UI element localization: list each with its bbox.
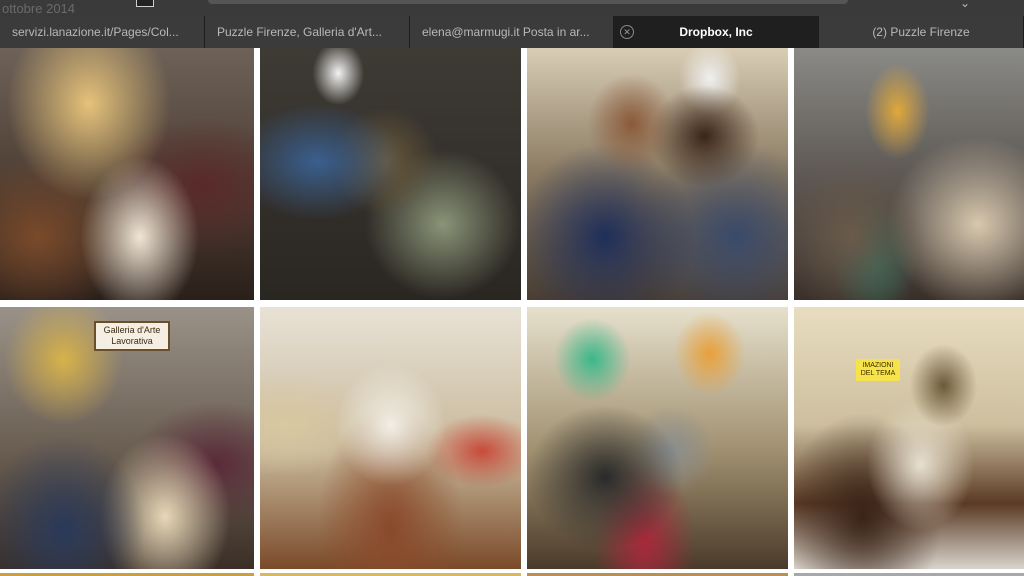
photo-party-table[interactable] [0,48,254,300]
gallery-sign: Galleria d'Arte Lavorativa [94,321,170,351]
tab-label: (2) Puzzle Firenze [872,25,970,39]
photo-books-table[interactable]: IMAZIONI DEL TEMA [794,307,1024,569]
browser-tab-bar: servizi.lanazione.it/Pages/Col... Puzzle… [0,16,1024,49]
system-top-bar: ottobre 2014 ⌄ [0,0,1024,16]
photo-two-men-portrait[interactable] [527,48,788,300]
window-icon [136,0,154,7]
photo-gallery-hallway[interactable] [794,48,1024,300]
tab-lanazione[interactable]: servizi.lanazione.it/Pages/Col... [0,16,205,48]
tab-puzzle-firenze[interactable]: (2) Puzzle Firenze [819,16,1024,48]
photo-empty-chairs-room[interactable] [260,307,521,569]
tab-label: elena@marmugi.it Posta in ar... [422,25,590,39]
tab-label: Puzzle Firenze, Galleria d'Art... [217,25,383,39]
tab-dropbox[interactable]: ✕ Dropbox, Inc [614,16,819,48]
chevron-down-icon[interactable]: ⌄ [960,0,970,10]
address-bar[interactable] [208,0,848,4]
tab-label: Dropbox, Inc [679,25,753,39]
date-text: ottobre 2014 [2,1,76,16]
tab-puzzle-firenze-galleria[interactable]: Puzzle Firenze, Galleria d'Art... [205,16,410,48]
close-icon[interactable]: ✕ [620,25,634,39]
yellow-note: IMAZIONI DEL TEMA [856,359,900,381]
tab-email[interactable]: elena@marmugi.it Posta in ar... [410,16,614,48]
photo-seated-audience[interactable] [527,307,788,569]
photo-grid: Galleria d'Arte Lavorativa IMAZIONI DEL … [0,48,1024,576]
photo-conversation[interactable] [260,48,521,300]
tab-label: servizi.lanazione.it/Pages/Col... [12,25,179,39]
photo-gallery-entrance[interactable]: Galleria d'Arte Lavorativa [0,307,254,569]
